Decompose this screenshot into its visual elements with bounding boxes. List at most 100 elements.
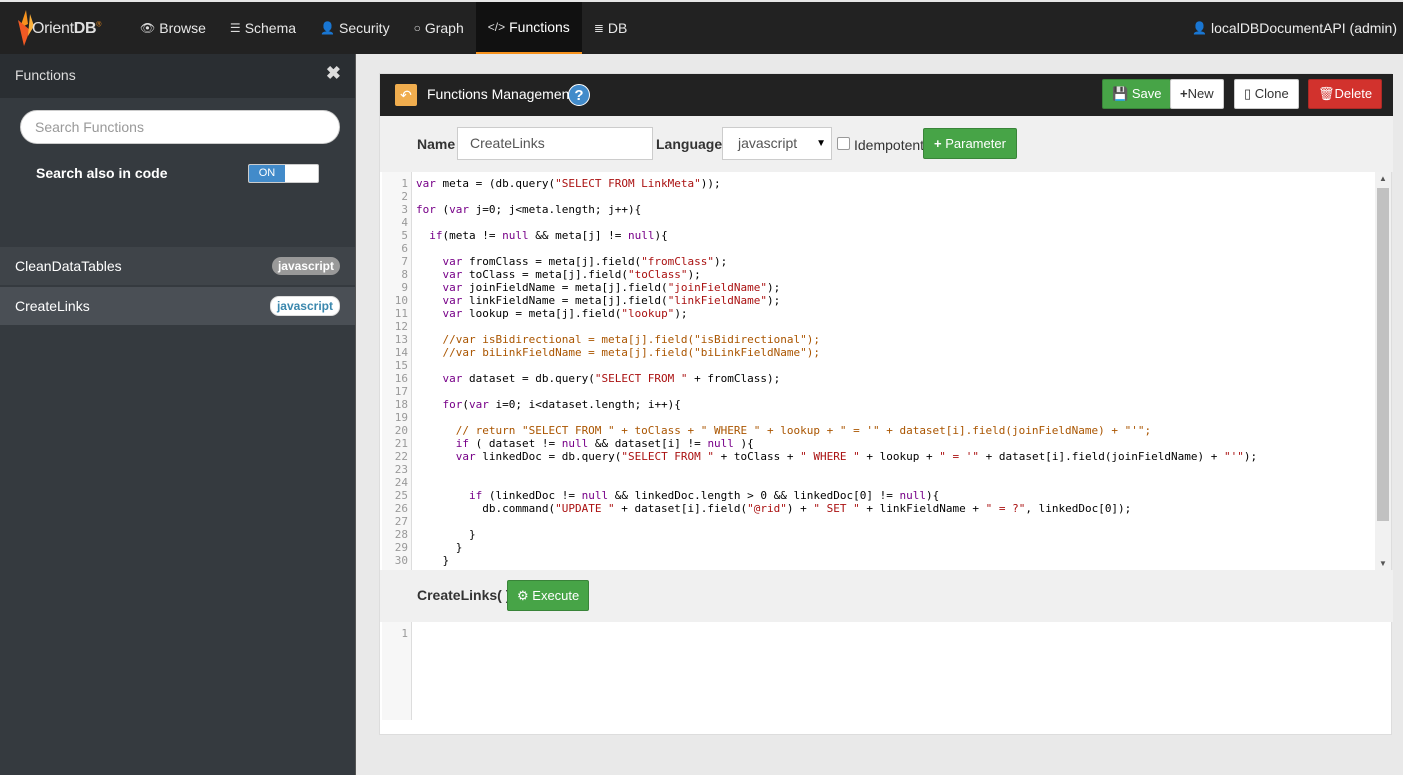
code-line: 28 } (382, 528, 1362, 541)
plus-icon: + (934, 136, 942, 151)
execute-label: Execute (532, 588, 580, 603)
user-label: localDBDocumentAPI (admin) (1211, 20, 1397, 36)
name-label: Name (417, 136, 456, 152)
nav-db[interactable]: ≣ DB (582, 2, 640, 54)
line-number: 22 (394, 450, 408, 463)
line-code: for (var j=0; j<meta.length; j++){ (416, 203, 642, 216)
function-call-label: CreateLinks( ) (417, 587, 511, 603)
line-code: if(meta != null && meta[j] != null){ (429, 229, 668, 242)
line-number: 29 (394, 541, 408, 554)
database-icon: ≣ (593, 21, 604, 35)
line-number: 4 (401, 216, 408, 229)
search-functions-input[interactable] (20, 110, 340, 144)
function-properties-bar: Name CreateLinks Language javascript ▼ Id… (380, 116, 1393, 172)
line-code: var linkedDoc = db.query("SELECT FROM " … (455, 450, 1258, 463)
nav-functions[interactable]: </> Functions (475, 2, 582, 54)
line-number: 25 (394, 489, 408, 502)
line-number: 24 (394, 476, 408, 489)
line-number: 18 (394, 398, 408, 411)
search-in-code-toggle[interactable]: ON (248, 164, 319, 183)
save-icon: 💾 (1112, 86, 1129, 101)
line-code: if (linkedDoc != null && linkedDoc.lengt… (468, 489, 940, 502)
code-line: 11 var lookup = meta[j].field("lookup"); (382, 307, 1362, 320)
scroll-up-icon[interactable]: ▲ (1379, 174, 1387, 183)
nav-browse[interactable]: 👁 Browse (128, 2, 218, 54)
line-number: 12 (394, 320, 408, 333)
code-icon: </> (487, 20, 506, 34)
nav-schema[interactable]: ☰ Schema (218, 2, 308, 54)
code-line: 20 // return "SELECT FROM " + toClass + … (382, 424, 1362, 437)
code-editor[interactable]: 1 var meta = (db.query("SELECT FROM LinkM… (382, 172, 1391, 570)
clone-button[interactable]: ▯ Clone (1234, 79, 1299, 109)
language-badge: javascript (269, 296, 340, 316)
line-number: 20 (394, 424, 408, 437)
code-line: 6 (382, 242, 1362, 255)
line-number: 28 (394, 528, 408, 541)
code-line: 1 var meta = (db.query("SELECT FROM LinkM… (382, 177, 1362, 190)
line-number: 10 (394, 294, 408, 307)
user-menu[interactable]: 👤 localDBDocumentAPI (admin) (1192, 2, 1397, 54)
nav-label: Security (339, 20, 390, 36)
code-line: 15 (382, 359, 1362, 372)
orientdb-logo[interactable]: OrientDB® (14, 6, 114, 52)
idempotent-label: Idempotent (854, 137, 925, 153)
code-line: 21 if ( dataset != null && dataset[i] !=… (382, 437, 1362, 450)
function-item-cleandatatables[interactable]: CleanDataTables javascript (0, 247, 355, 285)
top-navbar: OrientDB® 👁 Browse ☰ Schema 👤 Security ○ Gra… (0, 0, 1403, 54)
execute-button[interactable]: ⚙ Execute (507, 580, 590, 611)
line-number: 7 (401, 255, 408, 268)
line-code: var toClass = meta[j].field("toClass"); (442, 268, 701, 281)
plus-icon: + (1180, 86, 1188, 101)
code-line: 13 //var isBidirectional = meta[j].field… (382, 333, 1362, 346)
close-icon[interactable]: ✖ (326, 63, 341, 84)
new-button[interactable]: +New (1170, 79, 1224, 109)
code-line: 17 (382, 385, 1362, 398)
parameter-label: Parameter (945, 136, 1006, 151)
language-select[interactable]: javascript ▼ (722, 127, 832, 160)
back-icon[interactable]: ↶ (395, 84, 417, 106)
idempotent-checkbox[interactable] (837, 137, 850, 150)
line-code: var linkFieldName = meta[j].field("linkF… (442, 294, 781, 307)
functions-sidebar: Functions ✖ Search also in code ON Clean… (0, 54, 356, 775)
line-code: var meta = (db.query("SELECT FROM LinkMe… (416, 177, 721, 190)
code-line: 19 (382, 411, 1362, 424)
line-number: 15 (394, 359, 408, 372)
code-line: 16 var dataset = db.query("SELECT FROM "… (382, 372, 1362, 385)
execute-bar: CreateLinks( ) ⚙ Execute (380, 570, 1393, 622)
line-code: db.command("UPDATE " + dataset[i].field(… (416, 502, 1132, 515)
line-number: 1 (401, 627, 408, 640)
code-line: 7 var fromClass = meta[j].field("fromCla… (382, 255, 1362, 268)
scroll-down-icon[interactable]: ▼ (1379, 559, 1387, 568)
code-line: 3 for (var j=0; j<meta.length; j++){ (382, 203, 1362, 216)
code-line: 30 } (382, 554, 1362, 567)
scroll-thumb[interactable] (1377, 188, 1389, 521)
user-icon: 👤 (1192, 21, 1208, 35)
function-item-createlinks[interactable]: CreateLinks javascript (0, 287, 355, 325)
line-number: 21 (394, 437, 408, 450)
function-name-field[interactable]: CreateLinks (457, 127, 653, 160)
line-number: 27 (394, 515, 408, 528)
output-editor[interactable]: 1 (382, 622, 1391, 720)
add-parameter-button[interactable]: + Parameter (923, 128, 1017, 159)
line-number: 5 (401, 229, 408, 242)
code-line: 5 if(meta != null && meta[j] != null){ (382, 229, 1362, 242)
brand-name-bold: DB (73, 20, 97, 37)
line-number: 11 (394, 307, 408, 320)
line-code: //var biLinkFieldName = meta[j].field("b… (416, 346, 820, 359)
line-number: 1 (401, 177, 408, 190)
gear-icon: ⚙ (517, 588, 529, 603)
code-lines: 1 var meta = (db.query("SELECT FROM LinkM… (382, 177, 1362, 567)
line-number: 23 (394, 463, 408, 476)
editor-scrollbar[interactable]: ▲ ▼ (1375, 172, 1391, 570)
help-icon[interactable]: ? (568, 84, 590, 106)
nav-security[interactable]: 👤 Security (308, 2, 402, 54)
nav-graph[interactable]: ○ Graph (402, 2, 476, 54)
save-button[interactable]: 💾 Save (1102, 79, 1172, 109)
delete-button[interactable]: 🗑Delete (1308, 79, 1383, 109)
line-code: } (416, 554, 450, 567)
